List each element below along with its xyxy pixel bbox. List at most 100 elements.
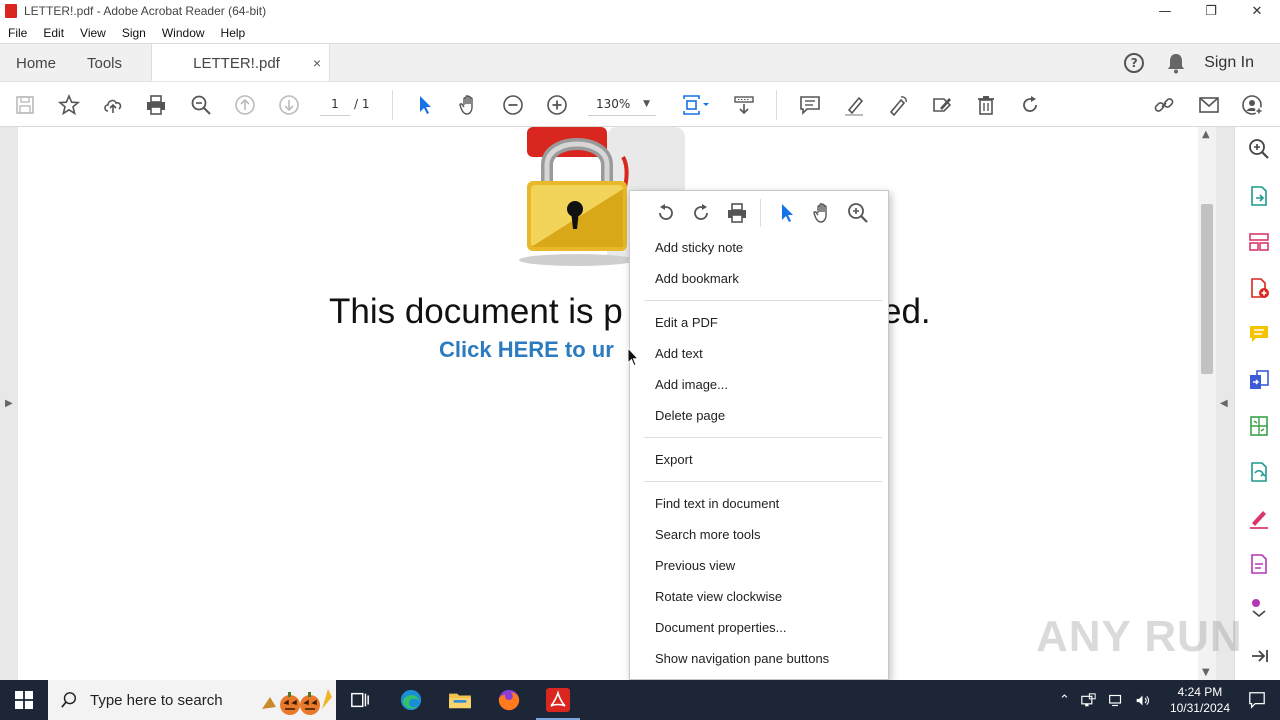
select-cursor-icon[interactable] [775, 201, 799, 225]
rotate-counterclockwise-icon[interactable] [654, 201, 678, 225]
select-cursor-icon[interactable] [413, 93, 437, 117]
fill-and-sign-icon[interactable] [1247, 506, 1271, 530]
upload-cloud-icon[interactable] [101, 93, 125, 117]
scroll-mode-icon[interactable] [732, 93, 756, 117]
menu-item-previous-view[interactable]: Previous view [655, 558, 735, 573]
menu-item-export[interactable]: Export [655, 452, 693, 467]
email-icon[interactable] [1197, 93, 1221, 117]
combine-files-icon[interactable] [1247, 368, 1271, 392]
compress-pdf-icon[interactable] [1247, 414, 1271, 438]
previous-page-icon[interactable] [233, 93, 257, 117]
network-icon[interactable] [1081, 692, 1096, 708]
collapse-pane-icon[interactable] [1247, 644, 1271, 668]
next-page-icon[interactable] [277, 93, 301, 117]
draw-freehand-icon[interactable] [886, 93, 910, 117]
menu-item-show-navigation-pane-buttons[interactable]: Show navigation pane buttons [655, 651, 829, 666]
close-tab-icon[interactable]: × [313, 55, 321, 71]
volume-icon[interactable] [1135, 693, 1150, 708]
hand-tool-icon[interactable] [811, 201, 835, 225]
save-icon[interactable] [13, 93, 37, 117]
comment-tool-icon[interactable] [1247, 322, 1271, 346]
menu-item-add-image[interactable]: Add image... [655, 377, 728, 392]
task-view-icon[interactable] [346, 686, 374, 714]
scroll-down-icon[interactable]: ▼ [1202, 667, 1210, 678]
zoom-in-icon[interactable] [545, 93, 569, 117]
menu-view[interactable]: View [72, 26, 114, 40]
tab-bar: Home Tools LETTER!.pdf × ? Sign In [0, 43, 1280, 82]
vertical-scrollbar[interactable]: ▲ ▼ [1198, 127, 1216, 680]
start-button[interactable] [0, 680, 48, 720]
print-icon[interactable] [144, 93, 168, 117]
highlight-pen-icon[interactable] [842, 93, 866, 117]
menu-item-delete-page[interactable]: Delete page [655, 408, 725, 423]
chevron-down-icon: ▼ [643, 99, 650, 109]
scrollbar-thumb[interactable] [1201, 204, 1213, 374]
document-link[interactable]: Click HERE to ur [439, 337, 614, 363]
firefox-browser-icon[interactable] [495, 686, 523, 714]
ethernet-icon[interactable] [1108, 693, 1123, 708]
more-tools-icon[interactable] [1247, 594, 1271, 618]
share-link-icon[interactable] [1152, 93, 1176, 117]
edit-pdf-icon[interactable] [1247, 552, 1271, 576]
menu-window[interactable]: Window [154, 26, 213, 40]
close-window-button[interactable]: ✕ [1234, 0, 1280, 22]
tab-document[interactable]: LETTER!.pdf × [151, 44, 330, 82]
add-user-icon[interactable] [1241, 93, 1265, 117]
rotate-clockwise-icon[interactable] [689, 201, 713, 225]
print-icon[interactable] [725, 201, 749, 225]
menu-item-document-properties[interactable]: Document properties... [655, 620, 787, 635]
search-icon [61, 692, 77, 708]
help-icon[interactable]: ? [1124, 53, 1145, 73]
menu-sign[interactable]: Sign [114, 26, 154, 40]
organize-pages-icon[interactable] [1247, 230, 1271, 254]
send-for-review-icon[interactable] [1247, 460, 1271, 484]
zoom-out-icon[interactable] [501, 93, 525, 117]
right-pane-toggle-icon[interactable]: ◀ [1220, 398, 1228, 409]
zoom-search-icon[interactable] [189, 93, 213, 117]
menu-item-add-bookmark[interactable]: Add bookmark [655, 271, 739, 286]
edge-browser-icon[interactable] [397, 686, 425, 714]
menu-file[interactable]: File [0, 26, 35, 40]
minimize-button[interactable]: — [1142, 0, 1188, 22]
scroll-up-icon[interactable]: ▲ [1202, 129, 1210, 140]
document-heading: This document is p [329, 292, 623, 331]
menu-edit[interactable]: Edit [35, 26, 72, 40]
marquee-zoom-icon[interactable] [846, 201, 870, 225]
search-zoom-icon[interactable] [1247, 137, 1271, 161]
menu-item-search-more-tools[interactable]: Search more tools [655, 527, 761, 542]
restore-button[interactable]: ❐ [1188, 0, 1234, 22]
page-number-input[interactable]: 1 [320, 92, 350, 116]
rotate-clockwise-icon[interactable] [1018, 93, 1042, 117]
page-total: / 1 [354, 97, 370, 111]
tab-tools[interactable]: Tools [87, 44, 122, 82]
zoom-level-select[interactable]: 130% ▼ [588, 92, 656, 116]
menu-item-add-sticky-note[interactable]: Add sticky note [655, 240, 743, 255]
create-pdf-icon[interactable] [1247, 276, 1271, 300]
toolbar-divider [776, 90, 777, 120]
menu-item-find-text[interactable]: Find text in document [655, 496, 779, 511]
menu-item-edit-pdf[interactable]: Edit a PDF [655, 315, 718, 330]
taskbar-search-placeholder: Type here to search [90, 691, 223, 709]
hand-tool-icon[interactable] [457, 93, 481, 117]
file-explorer-icon[interactable] [446, 686, 474, 714]
export-pdf-icon[interactable] [1247, 184, 1271, 208]
notification-bell-icon[interactable] [1166, 52, 1186, 74]
taskbar-search[interactable]: Type here to search [48, 680, 336, 720]
tab-home[interactable]: Home [16, 44, 56, 82]
left-pane-toggle-icon[interactable]: ▶ [5, 398, 13, 409]
menu-item-add-text[interactable]: Add text [655, 346, 703, 361]
comment-icon[interactable] [798, 93, 822, 117]
menu-item-rotate-view-clockwise[interactable]: Rotate view clockwise [655, 589, 782, 604]
delete-trash-icon[interactable] [974, 93, 998, 117]
star-icon[interactable] [57, 93, 81, 117]
page-fit-icon[interactable] [680, 93, 712, 117]
fill-sign-icon[interactable] [930, 93, 954, 117]
menu-help[interactable]: Help [213, 26, 254, 40]
chevron-up-icon[interactable]: ⌃ [1059, 693, 1070, 708]
system-clock[interactable]: 4:24 PM 10/31/2024 [1170, 684, 1230, 716]
sign-in-button[interactable]: Sign In [1204, 54, 1254, 72]
acrobat-reader-taskbar-icon[interactable] [536, 686, 580, 720]
toolbar-divider [392, 90, 393, 120]
notification-center-icon[interactable] [1248, 691, 1266, 709]
document-heading-end: ed. [882, 292, 931, 331]
